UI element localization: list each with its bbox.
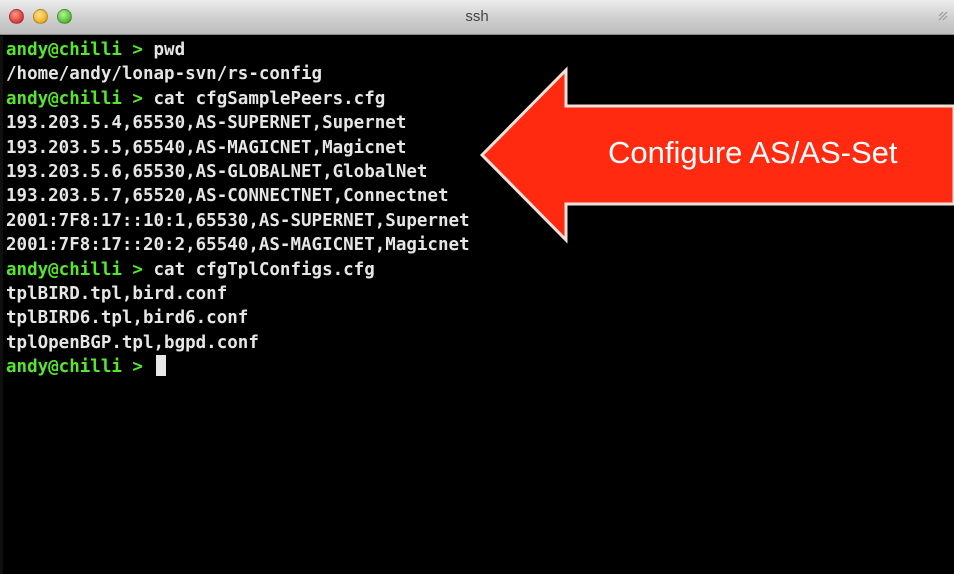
terminal-output-line: tplBIRD.tpl,bird.conf — [6, 283, 228, 304]
terminal-output-line: tplOpenBGP.tpl,bgpd.conf — [6, 332, 259, 353]
prompt-text: andy@chilli > — [6, 259, 143, 280]
terminal-window: ssh andy@chilli > pwd/home/andy/lonap-sv… — [0, 0, 954, 574]
command-text: pwd — [142, 40, 186, 60]
resize-diagonal-icon[interactable] — [938, 11, 948, 21]
terminal-prompt-line: andy@chilli > pwd — [6, 38, 954, 62]
prompt-text: andy@chilli > — [6, 88, 143, 109]
cursor[interactable] — [155, 355, 166, 377]
command-text — [143, 357, 154, 377]
terminal-prompt-line: andy@chilli > cat cfgTplConfigs.cfg — [6, 258, 954, 282]
callout-label: Configure AS/AS-Set — [608, 135, 898, 170]
title-bar[interactable]: ssh — [0, 0, 954, 35]
terminal-output-line: tplBIRD6.tpl,bird6.conf — [6, 308, 249, 329]
terminal-prompt-line: andy@chilli > — [6, 355, 954, 379]
window-title: ssh — [465, 8, 489, 25]
command-text: cat cfgTplConfigs.cfg — [142, 259, 375, 280]
command-text: cat cfgSamplePeers.cfg — [142, 88, 386, 109]
prompt-text: andy@chilli > — [6, 357, 143, 378]
prompt-text: andy@chilli > — [6, 40, 143, 60]
